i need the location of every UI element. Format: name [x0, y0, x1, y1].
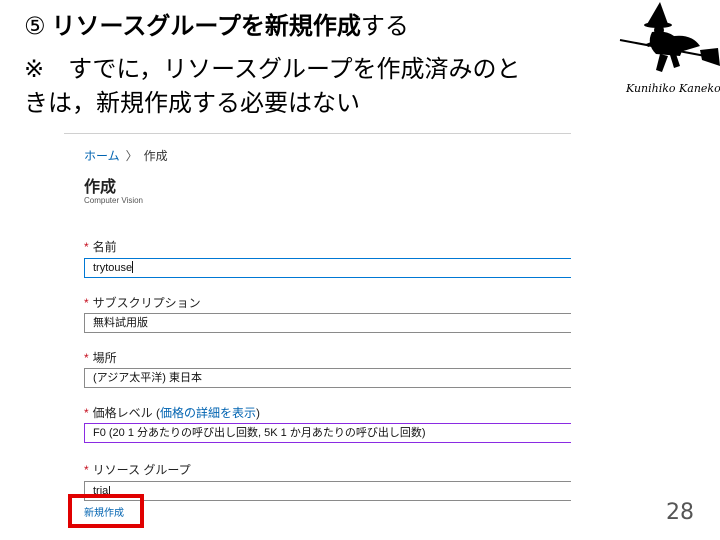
breadcrumb-home-link[interactable]: ホーム — [84, 149, 120, 163]
subscription-label: * サブスクリプション — [84, 294, 201, 311]
pricing-label-text: 価格レベル ( — [92, 406, 161, 420]
required-mark: * — [84, 240, 89, 254]
logo-text: Kunihiko Kaneko Lab. — [626, 82, 720, 95]
name-input-value: trytouse — [93, 262, 133, 274]
required-mark: * — [84, 463, 89, 477]
name-label: * 名前 — [84, 238, 117, 255]
name-input[interactable]: trytouse — [84, 258, 571, 278]
pricing-label: * 価格レベル (価格の詳細を表示) — [84, 404, 260, 421]
slide-title-rest: する — [360, 12, 409, 40]
pricing-label-end: ) — [256, 406, 261, 420]
page-number: 28 — [666, 500, 694, 525]
location-label: * 場所 — [84, 349, 117, 366]
portal-screenshot: ホーム〉作成 作成 Computer Vision * 名前 trytouse *… — [64, 133, 571, 528]
subscription-value: 無料試用版 — [93, 317, 148, 329]
step-number: ⑤ — [24, 12, 46, 40]
location-select[interactable]: (アジア太平洋) 東日本 — [84, 368, 571, 388]
note-line-1: ※ すでに，リソースグループを作成済みのと — [24, 55, 521, 83]
blade-subtitle: Computer Vision — [84, 196, 143, 205]
breadcrumb: ホーム〉作成 — [84, 147, 168, 164]
pricing-select[interactable]: F0 (20 1 分あたりの呼び出し回数, 5K 1 か月あたりの呼び出し回数) — [84, 423, 571, 443]
location-value: (アジア太平洋) 東日本 — [93, 372, 202, 384]
resource-group-select[interactable]: trial — [84, 481, 571, 501]
subscription-select[interactable]: 無料試用版 — [84, 313, 571, 333]
text-cursor — [132, 261, 134, 273]
highlight-box — [68, 494, 144, 528]
pricing-details-link[interactable]: 価格の詳細を表示 — [160, 406, 256, 420]
slide-title-bold: リソースグループを新規作成 — [51, 12, 361, 40]
required-mark: * — [84, 351, 89, 365]
required-mark: * — [84, 406, 89, 420]
note-line-2: きは，新規作成する必要はない — [24, 89, 360, 117]
blade-title: 作成 — [84, 179, 117, 196]
subscription-label-text: サブスクリプション — [92, 296, 201, 310]
required-mark: * — [84, 296, 89, 310]
slide-note: ※ すでに，リソースグループを作成済みのと きは，新規作成する必要はない — [24, 52, 624, 120]
pricing-value: F0 (20 1 分あたりの呼び出し回数, 5K 1 か月あたりの呼び出し回数) — [93, 427, 426, 439]
chevron-right-icon: 〉 — [125, 149, 138, 163]
top-border — [64, 133, 571, 134]
name-label-text: 名前 — [92, 240, 117, 254]
breadcrumb-current: 作成 — [143, 149, 168, 163]
resource-group-label-text: リソース グループ — [92, 463, 191, 477]
slide-title: ⑤ リソースグループを新規作成する — [24, 8, 409, 44]
location-label-text: 場所 — [92, 351, 117, 365]
resource-group-label: * リソース グループ — [84, 461, 191, 478]
